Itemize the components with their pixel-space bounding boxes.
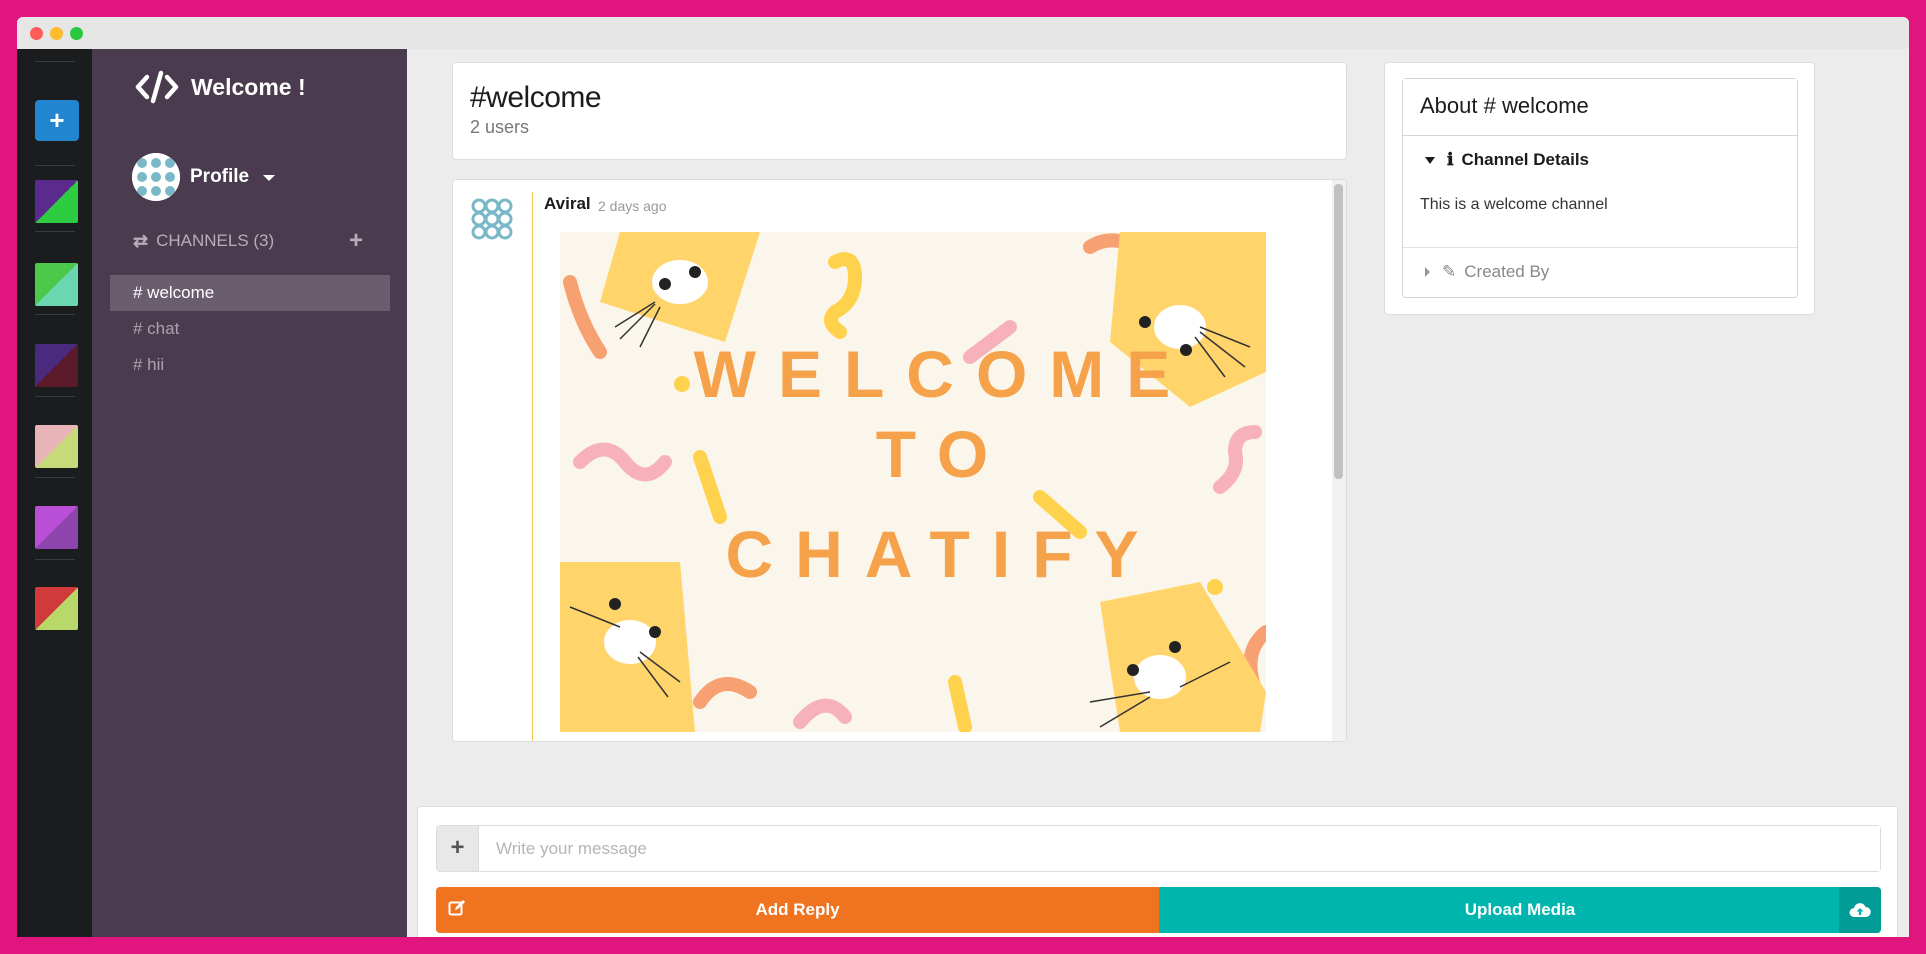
- channel-title: #welcome: [470, 81, 602, 114]
- message-image[interactable]: WELCOME TO CHATIFY: [560, 232, 1266, 732]
- divider: [35, 61, 75, 62]
- channels-heading: ⇄ CHANNELS (3) +: [133, 227, 363, 255]
- message-list[interactable]: Aviral 2 days ago WELCOME TO CHATIFY: [452, 179, 1347, 742]
- created-by-label: Created By: [1464, 261, 1550, 281]
- caret-down-icon: [1425, 156, 1435, 164]
- message-timestamp: 2 days ago: [598, 198, 667, 214]
- avatar: [132, 153, 180, 201]
- chevron-down-icon: [263, 175, 276, 181]
- created-by-toggle[interactable]: ✎ Created By: [1403, 247, 1797, 295]
- divider: [35, 559, 75, 560]
- color-panel: +: [17, 49, 92, 937]
- channel-details-toggle[interactable]: ℹ Channel Details: [1403, 136, 1797, 184]
- channel-item-welcome[interactable]: # welcome: [110, 275, 390, 311]
- info-icon: ℹ: [1447, 150, 1454, 169]
- add-color-button[interactable]: +: [35, 100, 79, 141]
- about-title: About # welcome: [1403, 79, 1797, 136]
- exchange-icon: ⇄: [133, 230, 149, 251]
- maximize-window-button[interactable]: [70, 27, 83, 40]
- message-input[interactable]: [479, 826, 1880, 871]
- color-swatch[interactable]: [35, 344, 78, 387]
- sidebar: Welcome ! Profile ⇄ CHANNELS (3) + # wel…: [92, 49, 407, 937]
- channel-details-text: This is a welcome channel: [1420, 196, 1608, 213]
- upload-media-label: Upload Media: [1464, 900, 1576, 919]
- message-author[interactable]: Aviral: [544, 194, 591, 214]
- color-swatch[interactable]: [35, 263, 78, 306]
- upload-media-button[interactable]: Upload Media: [1159, 887, 1881, 933]
- message-composer: + Add Reply Upload Media: [417, 806, 1898, 937]
- profile-label: Profile: [190, 166, 250, 187]
- channel-item-hii[interactable]: # hii: [110, 347, 390, 383]
- color-swatch[interactable]: [35, 506, 78, 549]
- message-avatar: [469, 196, 515, 242]
- add-reply-label: Add Reply: [755, 900, 840, 919]
- add-attachment-button[interactable]: +: [437, 826, 479, 871]
- message-scrollbar-thumb[interactable]: [1334, 184, 1343, 479]
- message-scrollbar[interactable]: [1332, 180, 1346, 741]
- welcome-image-line-3: CHATIFY: [725, 517, 1160, 591]
- code-icon: [135, 70, 179, 104]
- add-reply-button[interactable]: Add Reply: [436, 887, 1159, 933]
- message-thread-line: [532, 192, 533, 741]
- divider: [35, 396, 75, 397]
- cloud-upload-icon: [1839, 887, 1881, 933]
- message-input-group: +: [436, 825, 1881, 872]
- channel-header: #welcome 2 users: [452, 62, 1347, 160]
- color-swatch[interactable]: [35, 587, 78, 630]
- main-panel: #welcome 2 users Aviral 2 days ago WELCO…: [407, 49, 1909, 937]
- pencil-icon: ✎: [1442, 261, 1457, 281]
- about-accordion: About # welcome ℹ Channel Details This i…: [1402, 78, 1798, 298]
- app-window: + Welcome ! Profile ⇄ CHANNELS (3) + # w…: [17, 17, 1909, 937]
- divider: [35, 314, 75, 315]
- channels-heading-label: CHANNELS (3): [156, 231, 275, 250]
- welcome-image-line-2: TO: [876, 417, 1010, 491]
- divider: [35, 165, 75, 166]
- channel-item-chat[interactable]: # chat: [110, 311, 390, 347]
- divider: [35, 477, 75, 478]
- close-window-button[interactable]: [30, 27, 43, 40]
- welcome-image-line-1: WELCOME: [694, 337, 1193, 411]
- add-channel-button[interactable]: +: [349, 227, 363, 255]
- user-count: 2 users: [470, 117, 530, 137]
- edit-icon: [436, 899, 478, 922]
- window-titlebar: [17, 17, 1909, 49]
- color-swatch[interactable]: [35, 425, 78, 468]
- brand-title: Welcome !: [191, 73, 306, 100]
- caret-right-icon: [1425, 266, 1430, 277]
- about-panel: About # welcome ℹ Channel Details This i…: [1384, 62, 1815, 315]
- profile-dropdown[interactable]: Profile: [132, 153, 276, 201]
- channel-details-label: Channel Details: [1461, 150, 1590, 169]
- divider: [35, 231, 75, 232]
- brand: Welcome !: [135, 69, 306, 105]
- minimize-window-button[interactable]: [50, 27, 63, 40]
- color-swatch[interactable]: [35, 180, 78, 223]
